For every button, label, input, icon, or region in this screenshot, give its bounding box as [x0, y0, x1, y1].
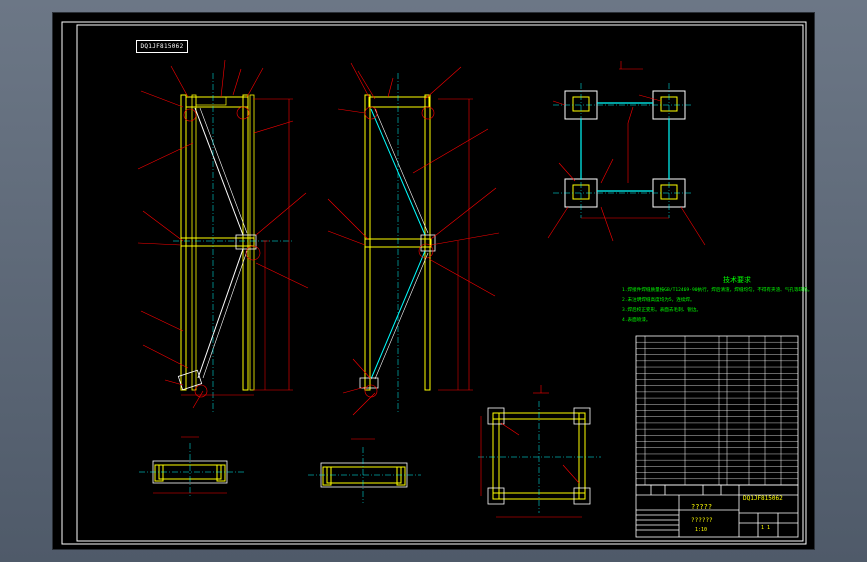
sheet-count: 1 1 [761, 525, 771, 531]
tech-note-4: 4.表面喷漆。 [622, 318, 651, 323]
tech-note-2: 2.未注明焊缝高度均为5，连续焊。 [622, 298, 695, 303]
drawing-number-stamp: DQ1JF815062 [136, 40, 188, 53]
section-view-middle [308, 438, 421, 503]
tech-note-1: 1.焊接件焊缝质量按GB/T12469-90执行，焊后清渣，焊缝均匀，不得有夹渣… [622, 288, 813, 293]
drawing-title: ????? [691, 503, 713, 511]
title-drawing-number: DQ1JF815062 [743, 495, 783, 502]
elevation-view-left [137, 59, 309, 413]
drawing-viewport[interactable]: DQ1JF815062 技术要求 1.焊接件焊缝质量按GB/T12469-90执… [53, 13, 814, 549]
plan-view-top [547, 61, 706, 246]
tech-notes-title: 技术要求 [723, 276, 751, 284]
drawing-scale: 1:10 [695, 527, 708, 533]
section-view-left [139, 436, 245, 498]
drawing-border [61, 21, 807, 545]
elevation-view-middle [327, 62, 500, 416]
drawing-subtitle: ?????? [691, 517, 713, 524]
tech-note-3: 3.焊后校正变形。表面去毛刺、锐边。 [622, 308, 702, 313]
title-block [635, 484, 799, 538]
plan-view-bottom [478, 385, 601, 518]
drawing-canvas [61, 21, 807, 545]
parts-list [635, 335, 799, 486]
